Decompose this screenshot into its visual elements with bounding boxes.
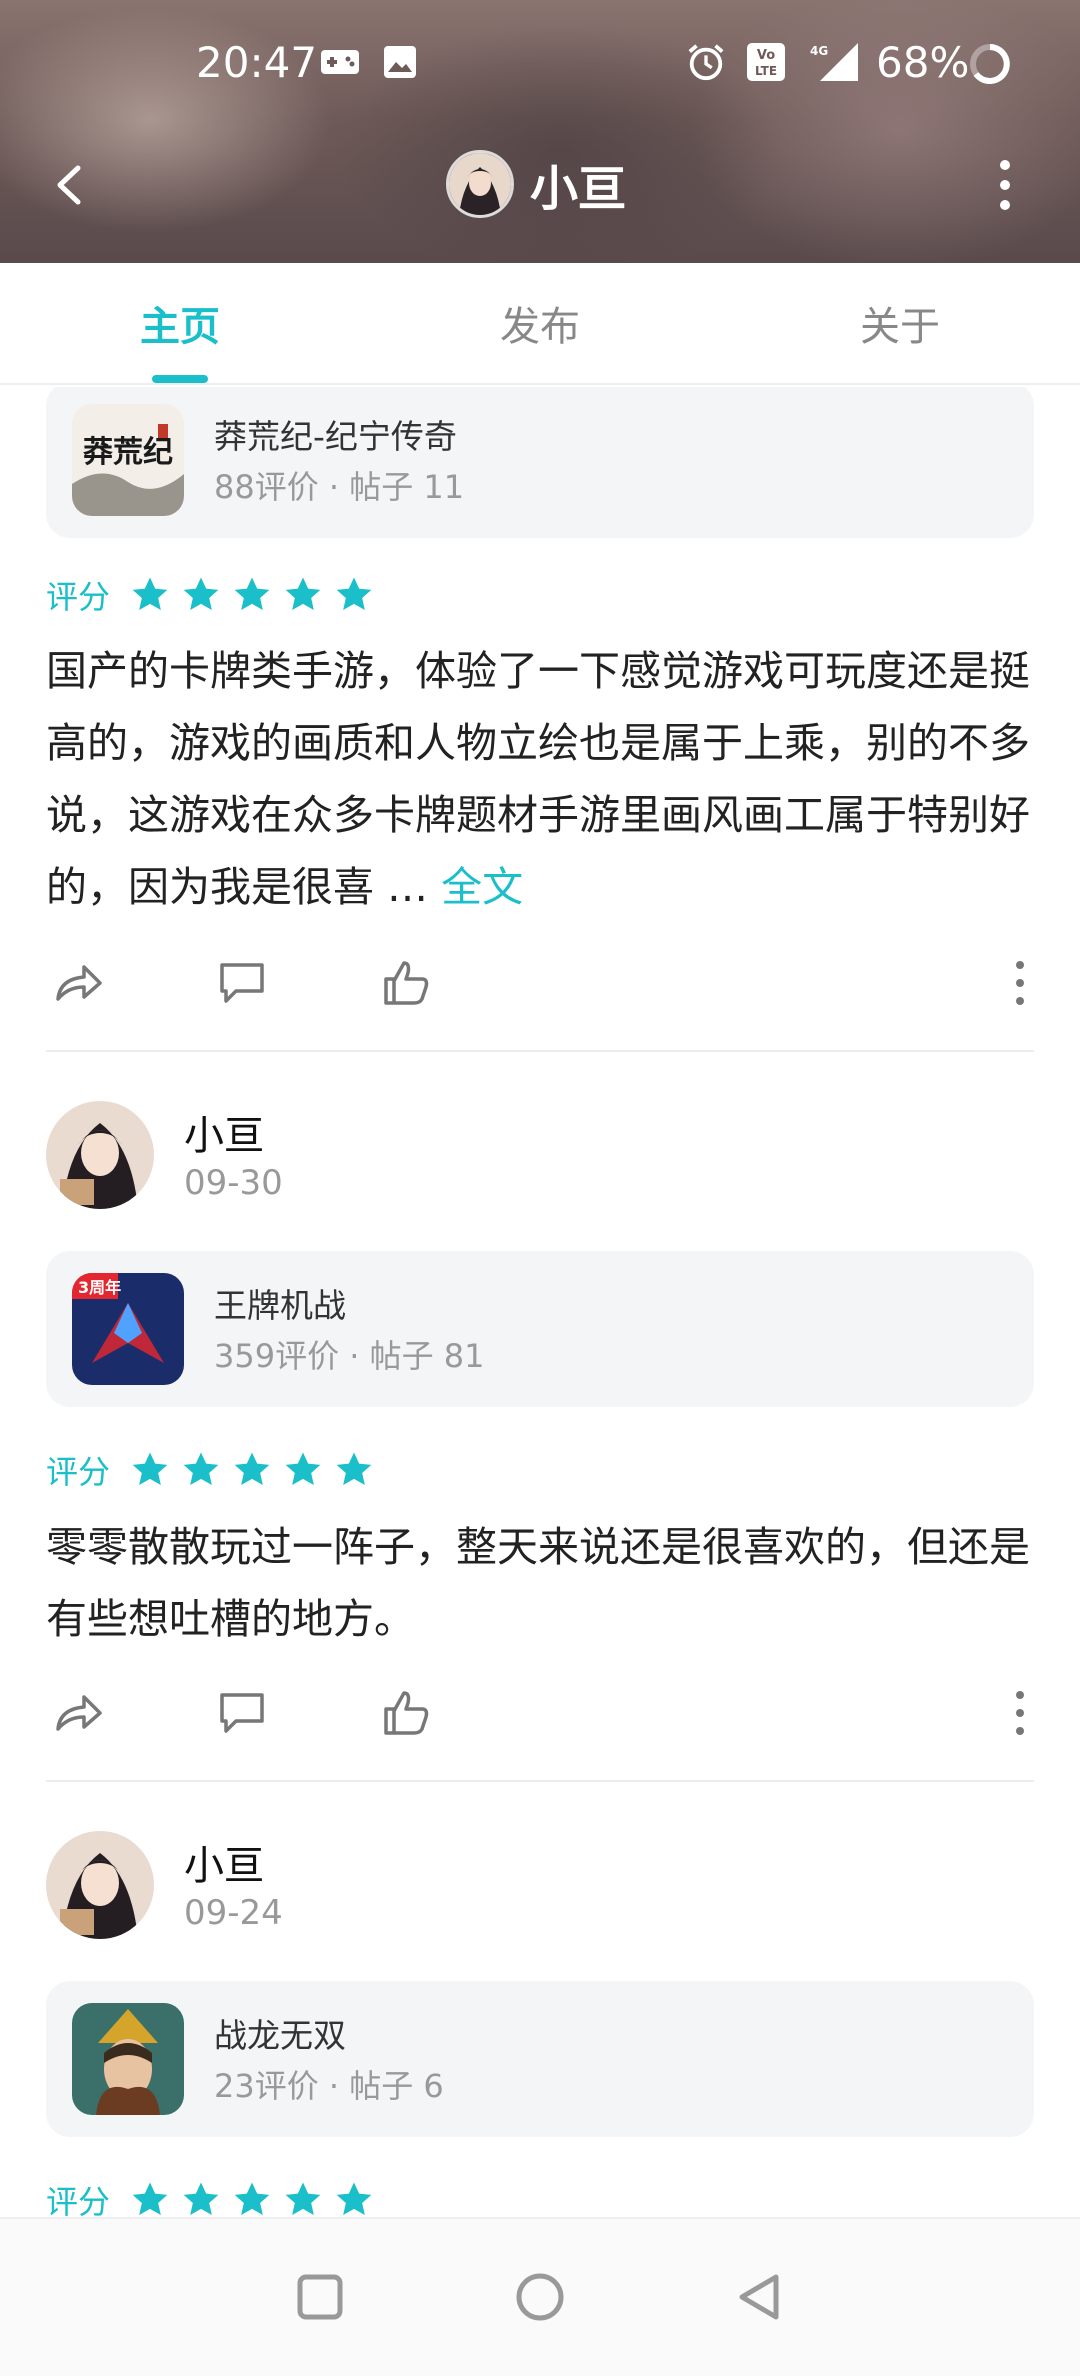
- svg-text:莽荒纪: 莽荒纪: [83, 435, 173, 470]
- like-icon[interactable]: [380, 1687, 432, 1739]
- post-actions: [46, 1677, 1034, 1747]
- star-icon: [336, 2182, 372, 2215]
- game-name: 王牌机战: [214, 1286, 346, 1325]
- image-icon: [380, 42, 420, 82]
- back-nav-button[interactable]: [730, 2267, 790, 2327]
- tab-posts[interactable]: 发布: [360, 263, 720, 383]
- gamepad-icon: [320, 42, 360, 82]
- star-icon: [285, 2182, 321, 2215]
- author-avatar[interactable]: [46, 1101, 154, 1209]
- profile-header: 20:47 Vo LTE 4G 68% 小亘: [0, 0, 1080, 263]
- volte-icon: Vo LTE: [746, 42, 786, 82]
- star-icon: [183, 1452, 219, 1485]
- comment-icon[interactable]: [216, 957, 268, 1009]
- star-icon: [132, 1452, 168, 1485]
- star-icon: [183, 2182, 219, 2215]
- status-time: 20:47: [196, 38, 318, 87]
- status-bar: 20:47 Vo LTE 4G 68%: [0, 0, 1080, 120]
- author-avatar[interactable]: [46, 1831, 154, 1939]
- star-icon: [336, 577, 372, 610]
- game-card[interactable]: 莽荒纪 莽荒纪-纪宁传奇 88评价 · 帖子 11: [46, 387, 1034, 538]
- game-name: 莽荒纪-纪宁传奇: [214, 417, 457, 456]
- star-icon: [336, 1452, 372, 1485]
- star-icon: [234, 577, 270, 610]
- comment-icon[interactable]: [216, 1687, 268, 1739]
- back-button[interactable]: [40, 150, 110, 220]
- recent-apps-button[interactable]: [290, 2267, 350, 2327]
- rating-row: 评分: [46, 1440, 385, 1500]
- game-icon: [72, 2003, 184, 2115]
- back-arrow-icon: [57, 165, 81, 205]
- more-options-button[interactable]: [980, 150, 1030, 220]
- battery-icon: [968, 42, 1012, 86]
- share-icon[interactable]: [52, 1687, 104, 1739]
- more-vertical-icon: [1000, 160, 1010, 170]
- avatar[interactable]: [446, 150, 514, 218]
- author-name[interactable]: 小亘: [184, 1103, 264, 1161]
- game-meta: 23评价 · 帖子 6: [214, 2067, 444, 2105]
- game-meta: 359评价 · 帖子 81: [214, 1337, 485, 1375]
- game-meta: 88评价 · 帖子 11: [214, 468, 465, 506]
- star-icon: [132, 577, 168, 610]
- tab-home[interactable]: 主页: [0, 263, 360, 383]
- divider: [46, 1780, 1034, 1782]
- author-name[interactable]: 小亘: [184, 1833, 264, 1891]
- profile-tabs: 主页 发布 关于: [0, 263, 1080, 385]
- star-icon: [285, 1452, 321, 1485]
- read-more-link[interactable]: 全文: [441, 863, 523, 911]
- star-icon: [234, 2182, 270, 2215]
- rating-label: 评分: [46, 2183, 111, 2217]
- svg-text:3周年: 3周年: [78, 1278, 121, 1297]
- game-card[interactable]: 战龙无双 23评价 · 帖子 6: [46, 1981, 1034, 2137]
- star-icon: [285, 577, 321, 610]
- like-icon[interactable]: [380, 957, 432, 1009]
- post-date: 09-30: [184, 1163, 283, 1203]
- post-more-button[interactable]: [1012, 1691, 1028, 1735]
- game-card[interactable]: 3周年 王牌机战 359评价 · 帖子 81: [46, 1251, 1034, 1407]
- rating-label: 评分: [46, 578, 111, 616]
- star-icon: [183, 577, 219, 610]
- divider: [46, 1050, 1034, 1052]
- game-icon: 3周年: [72, 1273, 184, 1385]
- rating-row: 评分: [46, 2170, 385, 2217]
- svg-text:4G: 4G: [810, 44, 828, 58]
- share-icon[interactable]: [52, 957, 104, 1009]
- post-actions: [46, 947, 1034, 1017]
- review-text[interactable]: 国产的卡牌类手游，体验了一下感觉游戏可玩度还是挺高的，游戏的画质和人物立绘也是属…: [46, 635, 1036, 923]
- game-name: 战龙无双: [214, 2016, 346, 2055]
- rating-label: 评分: [46, 1453, 111, 1491]
- home-button[interactable]: [510, 2267, 570, 2327]
- page-title: 小亘: [530, 161, 627, 217]
- star-icon: [234, 1452, 270, 1485]
- star-icon: [132, 2182, 168, 2215]
- svg-text:Vo: Vo: [757, 48, 775, 63]
- game-icon: 莽荒纪: [72, 404, 184, 516]
- review-text[interactable]: 零零散散玩过一阵子，整天来说还是很喜欢的，但还是有些想吐槽的地方。: [46, 1511, 1036, 1655]
- tab-about[interactable]: 关于: [720, 263, 1080, 383]
- svg-text:LTE: LTE: [755, 64, 777, 78]
- alarm-icon: [686, 42, 726, 82]
- signal-4g-icon: 4G: [806, 42, 860, 82]
- review-feed[interactable]: 莽荒纪 莽荒纪-纪宁传奇 88评价 · 帖子 11 评分 国产的卡牌类手游，体验…: [0, 387, 1080, 2217]
- system-navigation-bar: [0, 2217, 1080, 2376]
- battery-percentage: 68%: [876, 38, 970, 87]
- profile-title: 小亘: [446, 146, 626, 222]
- rating-row: 评分: [46, 565, 385, 625]
- post-date: 09-24: [184, 1893, 283, 1933]
- post-more-button[interactable]: [1012, 961, 1028, 1005]
